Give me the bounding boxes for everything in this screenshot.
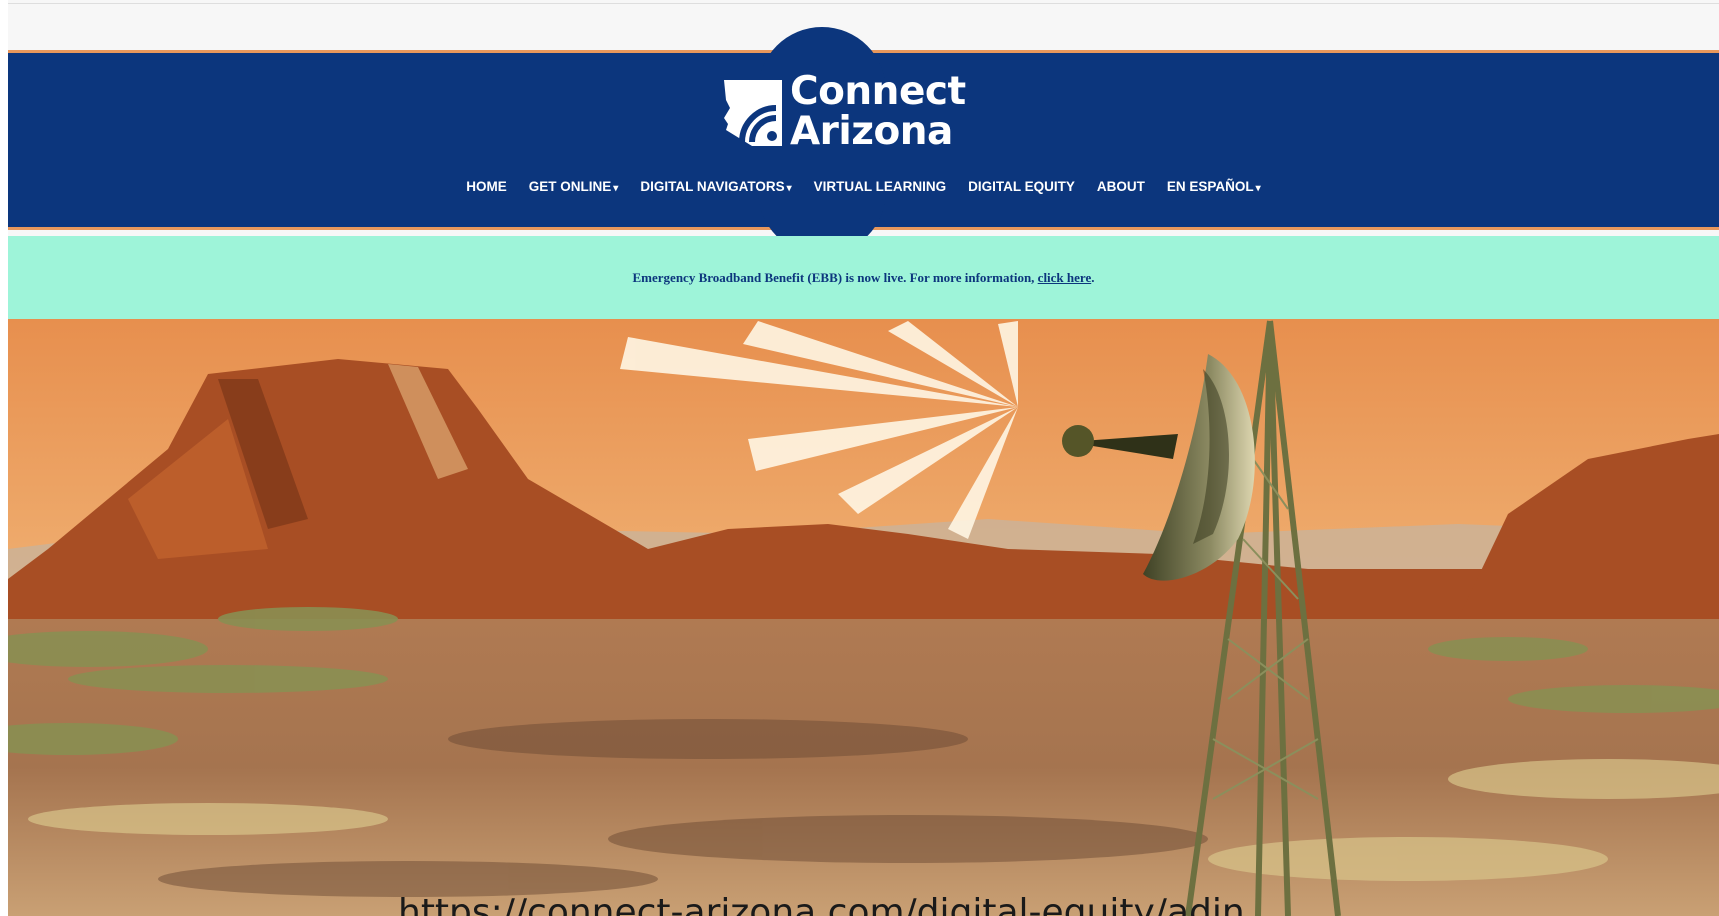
nav-item-en-espanol[interactable]: EN ESPAÑOL ▾ (1156, 178, 1272, 198)
banner-click-here-link[interactable]: click here (1038, 270, 1092, 285)
nav-item-label: EN ESPAÑOL (1166, 179, 1254, 194)
logo-line-arizona: Arizona (790, 109, 953, 154)
banner-period: . (1091, 269, 1095, 285)
nav-item-label: DIGITAL EQUITY (968, 179, 1075, 194)
nav-item-digital-equity[interactable]: DIGITAL EQUITY (957, 178, 1086, 198)
nav-item-label: DIGITAL NAVIGATORS (640, 179, 785, 194)
logo-line-connect: Connect (790, 69, 966, 114)
nav-item-virtual-learning[interactable]: VIRTUAL LEARNING (803, 178, 958, 198)
announcement-banner: Emergency Broadband Benefit (EBB) is now… (8, 236, 1719, 319)
nav-item-get-online[interactable]: GET ONLINE ▾ (518, 178, 630, 198)
site-logo[interactable]: Connect Arizona (722, 72, 966, 152)
banner-text: Emergency Broadband Benefit (EBB) is now… (632, 269, 1038, 285)
hero-image (8, 319, 1719, 916)
url-overlay-text: https://connect-arizona.com/digital-equi… (398, 892, 1245, 916)
arizona-wifi-logo-icon (724, 80, 782, 146)
page: Connect Arizona HOME GET ONLINE ▾ DIGITAL… (8, 0, 1719, 916)
main-nav: HOME GET ONLINE ▾ DIGITAL NAVIGATORS ▾ VIR… (8, 178, 1719, 198)
chevron-down-icon: ▾ (613, 183, 619, 194)
nav-item-label: HOME (466, 179, 507, 194)
nav-item-about[interactable]: ABOUT (1086, 178, 1156, 198)
nav-item-label: VIRTUAL LEARNING (813, 179, 947, 194)
top-border (8, 3, 1719, 4)
nav-item-home[interactable]: HOME (455, 178, 518, 198)
nav-item-label: GET ONLINE (528, 179, 612, 194)
chevron-down-icon: ▾ (786, 183, 792, 194)
chevron-down-icon: ▾ (1255, 183, 1261, 194)
nav-item-label: ABOUT (1096, 179, 1145, 194)
logo-wordmark: Connect Arizona (790, 72, 966, 152)
desert-satellite-tower-illustration (8, 319, 1719, 916)
banner-message: Emergency Broadband Benefit (EBB) is now… (633, 270, 1095, 286)
nav-item-digital-navigators[interactable]: DIGITAL NAVIGATORS ▾ (629, 178, 802, 198)
